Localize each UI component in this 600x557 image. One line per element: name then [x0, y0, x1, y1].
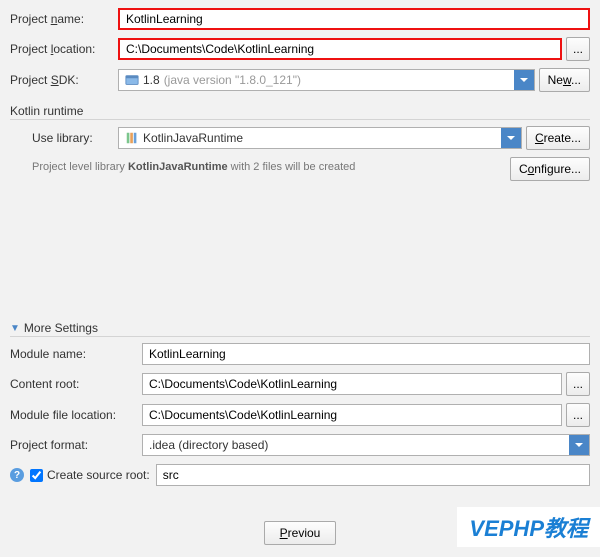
configure-button[interactable]: Configure... — [510, 157, 590, 181]
help-icon: ? — [10, 468, 24, 482]
project-format-value: .idea (directory based) — [149, 438, 268, 452]
chevron-down-icon — [569, 435, 589, 455]
project-format-label: Project format: — [10, 438, 138, 452]
sdk-detail: (java version "1.8.0_121") — [164, 73, 301, 87]
use-library-value: KotlinJavaRuntime — [143, 131, 243, 145]
source-root-input[interactable] — [156, 464, 590, 486]
content-root-input[interactable] — [142, 373, 562, 395]
library-hint: Project level library KotlinJavaRuntime … — [32, 161, 506, 173]
project-format-select[interactable]: .idea (directory based) — [142, 434, 590, 456]
sdk-icon — [125, 73, 139, 87]
use-library-label: Use library: — [32, 131, 114, 145]
new-sdk-button[interactable]: New... — [539, 68, 590, 92]
use-library-select[interactable]: KotlinJavaRuntime — [118, 127, 522, 149]
kotlin-runtime-group-label: Kotlin runtime — [10, 104, 590, 120]
content-root-browse-button[interactable]: ... — [566, 372, 590, 396]
project-location-browse-button[interactable]: ... — [566, 37, 590, 61]
content-root-label: Content root: — [10, 377, 138, 391]
create-source-root-checkbox[interactable] — [30, 469, 43, 482]
create-source-root-text: Create source root: — [47, 468, 150, 482]
module-file-location-label: Module file location: — [10, 408, 138, 422]
watermark: VEPHP教程 — [457, 507, 600, 547]
more-settings-expander[interactable]: ▼ More Settings — [10, 321, 590, 337]
previous-button[interactable]: Previou — [264, 521, 336, 545]
module-name-label: Module name: — [10, 347, 138, 361]
chevron-down-icon — [514, 70, 534, 90]
chevron-down-icon — [501, 128, 521, 148]
module-file-location-input[interactable] — [142, 404, 562, 426]
project-sdk-select[interactable]: 1.8 (java version "1.8.0_121") — [118, 69, 535, 91]
project-sdk-label: Project SDK: — [10, 73, 114, 87]
module-file-location-browse-button[interactable]: ... — [566, 403, 590, 427]
create-library-button[interactable]: Create... — [526, 126, 590, 150]
library-icon — [125, 131, 139, 145]
expander-triangle-icon: ▼ — [10, 323, 20, 334]
module-name-input[interactable] — [142, 343, 590, 365]
project-location-label: Project location: — [10, 42, 114, 56]
project-name-input[interactable] — [118, 8, 590, 30]
create-source-root-checkbox-label[interactable]: Create source root: — [30, 468, 150, 482]
sdk-name: 1.8 — [143, 73, 160, 87]
more-settings-label: More Settings — [24, 321, 98, 335]
project-name-label: Project name: — [10, 12, 114, 26]
project-location-input[interactable] — [118, 38, 562, 60]
